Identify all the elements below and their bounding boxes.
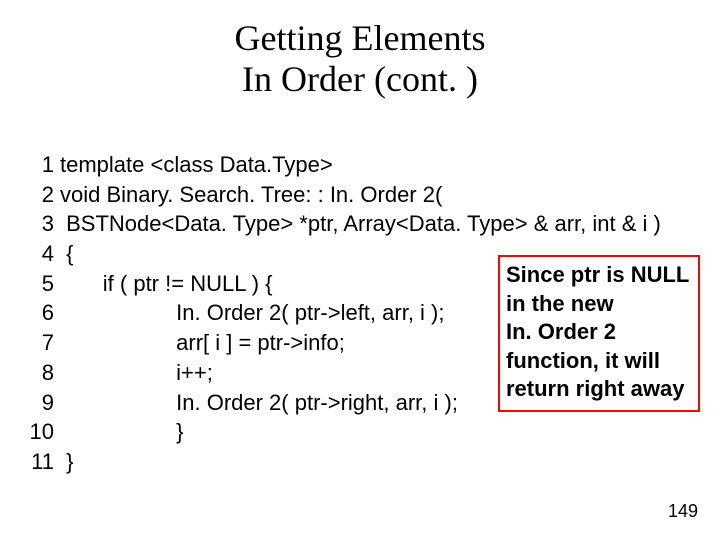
code-text: In. Order 2( ptr->right, arr, i ); (60, 390, 458, 415)
code-line: 1template <class Data.Type> (20, 150, 661, 180)
line-number: 8 (20, 358, 54, 388)
code-text: In. Order 2( ptr->left, arr, i ); (60, 300, 444, 325)
line-number: 6 (20, 298, 54, 328)
code-text: BSTNode<Data. Type> *ptr, Array<Data. Ty… (60, 211, 661, 236)
code-text: } (60, 449, 73, 474)
line-number: 4 (20, 239, 54, 269)
callout-line: return right away (506, 376, 684, 401)
title-line-1: Getting Elements (235, 18, 486, 58)
line-number: 2 (20, 180, 54, 210)
line-number: 11 (20, 447, 54, 477)
line-number: 10 (20, 417, 54, 447)
code-text: arr[ i ] = ptr->info; (60, 330, 345, 355)
callout-line: Since ptr is NULL (506, 262, 689, 287)
code-text: { (60, 241, 73, 266)
line-number: 7 (20, 328, 54, 358)
page-number: 149 (668, 501, 698, 522)
callout-line: In. Order 2 (506, 319, 616, 344)
callout-line: in the new (506, 291, 614, 316)
code-text: template <class Data.Type> (60, 152, 333, 177)
code-line: 10 } (20, 417, 661, 447)
code-line: 11 } (20, 447, 661, 477)
slide: Getting Elements In Order (cont. ) 1temp… (0, 0, 720, 540)
code-text: void Binary. Search. Tree: : In. Order 2… (60, 182, 442, 207)
line-number: 9 (20, 388, 54, 418)
callout-line: function, it will (506, 348, 660, 373)
callout-box: Since ptr is NULL in the new In. Order 2… (498, 255, 700, 412)
line-number: 1 (20, 150, 54, 180)
code-text: if ( ptr != NULL ) { (60, 271, 273, 296)
line-number: 5 (20, 269, 54, 299)
code-text: } (60, 419, 183, 444)
line-number: 3 (20, 209, 54, 239)
code-text: i++; (60, 360, 213, 385)
code-line: 2void Binary. Search. Tree: : In. Order … (20, 180, 661, 210)
code-line: 3 BSTNode<Data. Type> *ptr, Array<Data. … (20, 209, 661, 239)
title-line-2: In Order (cont. ) (242, 59, 478, 99)
slide-title: Getting Elements In Order (cont. ) (0, 0, 720, 101)
